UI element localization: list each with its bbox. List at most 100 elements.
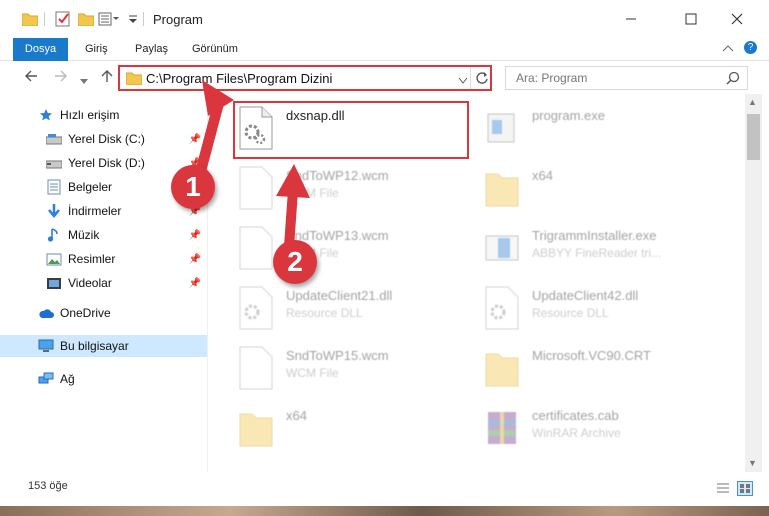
pin-icon[interactable]: 📌 xyxy=(189,230,201,241)
customize-toolbar-icon[interactable] xyxy=(128,10,138,28)
desktop-background xyxy=(0,506,769,516)
file-item-certificates-cab[interactable]: certificates.cab WinRAR Archive xyxy=(482,402,742,458)
file-item-sndtowp15[interactable]: SndToWP15.wcm WCM File xyxy=(236,342,496,398)
back-button[interactable] xyxy=(24,69,38,87)
file-type: Resource DLL xyxy=(532,306,609,320)
nav-item-network[interactable]: Ağ xyxy=(0,368,207,390)
large-icons-view-icon[interactable] xyxy=(737,481,753,496)
nav-item-downloads[interactable]: İndirmeler 📌 xyxy=(0,200,207,222)
close-button[interactable] xyxy=(714,0,760,38)
file-icon xyxy=(238,226,278,274)
file-item-sndtowp12[interactable]: SndToWP12.wcm WCM File xyxy=(236,162,496,218)
folder-icon xyxy=(238,406,278,454)
vertical-scrollbar[interactable]: ▲ ▼ xyxy=(745,94,762,472)
folder-icon xyxy=(484,166,524,214)
file-name: x64 xyxy=(532,168,553,183)
nav-item-local-disk-d[interactable]: Yerel Disk (D:) 📌 xyxy=(0,152,207,174)
exe-icon xyxy=(484,106,524,154)
nav-item-local-disk-c[interactable]: Yerel Disk (C:) 📌 xyxy=(0,128,207,150)
cloud-icon xyxy=(38,305,54,321)
nav-item-pictures[interactable]: Resimler 📌 xyxy=(0,248,207,270)
file-item-updateclient21[interactable]: UpdateClient21.dll Resource DLL xyxy=(236,282,496,338)
pin-icon[interactable]: 📌 xyxy=(189,254,201,265)
search-box[interactable]: Ara: Program xyxy=(505,66,748,90)
minimize-button[interactable] xyxy=(608,0,654,38)
file-item-program-exe[interactable]: program.exe xyxy=(482,102,742,158)
file-item-microsoft-vc90-crt[interactable]: Microsoft.VC90.CRT xyxy=(482,342,742,398)
chevron-down-icon xyxy=(80,79,88,84)
file-name: UpdateClient42.dll xyxy=(532,288,639,303)
scroll-up-icon[interactable]: ▲ xyxy=(748,97,757,107)
file-type: Resource DLL xyxy=(286,306,363,320)
computer-icon xyxy=(38,338,54,354)
file-type: WCM File xyxy=(286,366,339,380)
file-item-trigramminstaller[interactable]: TrigrammInstaller.exe ABBYY FineReader t… xyxy=(482,222,742,278)
file-name: program.exe xyxy=(532,108,605,123)
divider xyxy=(44,12,45,26)
address-bar[interactable]: C:\Program Files\Program Dizini xyxy=(118,65,492,91)
documents-icon xyxy=(46,179,62,195)
dll-icon xyxy=(484,286,524,334)
installer-icon xyxy=(484,226,524,274)
pin-icon[interactable]: 📌 xyxy=(189,134,201,145)
file-type: WCM File xyxy=(286,186,339,200)
nav-item-quick-access[interactable]: Hızlı erişim xyxy=(0,104,207,126)
nav-item-onedrive[interactable]: OneDrive xyxy=(0,302,207,324)
pin-icon[interactable]: 📌 xyxy=(189,278,201,289)
nav-item-this-pc[interactable]: Bu bilgisayar xyxy=(0,335,207,357)
help-icon[interactable]: ? xyxy=(744,41,757,54)
file-type: WinRAR Archive xyxy=(532,426,621,440)
expand-ribbon-icon[interactable] xyxy=(722,42,734,56)
nav-label: Resimler xyxy=(68,252,116,266)
recent-locations-button[interactable] xyxy=(80,72,88,89)
file-item-x64[interactable]: x64 xyxy=(482,162,742,218)
file-item-x64-2[interactable]: x64 xyxy=(236,402,496,458)
item-count: 153 öğe xyxy=(28,480,68,492)
folder-icon xyxy=(484,346,524,394)
window-title: Program xyxy=(153,12,203,27)
file-type: ABBYY FineReader tri... xyxy=(532,246,662,260)
folder-icon xyxy=(125,71,143,88)
nav-label: Müzik xyxy=(68,228,100,242)
properties-icon[interactable] xyxy=(55,10,71,28)
drive-icon xyxy=(46,155,62,171)
drive-icon xyxy=(46,131,62,147)
nav-label: Hızlı erişim xyxy=(60,108,120,122)
nav-item-music[interactable]: Müzik 📌 xyxy=(0,224,207,246)
new-folder-icon[interactable] xyxy=(78,10,94,28)
network-icon xyxy=(38,371,54,387)
nav-label: Bu bilgisayar xyxy=(60,339,129,353)
music-icon xyxy=(46,227,62,243)
file-icon xyxy=(238,346,278,394)
tab-home[interactable]: Giriş xyxy=(85,38,108,60)
nav-item-videos[interactable]: Videolar 📌 xyxy=(0,272,207,294)
refresh-icon[interactable] xyxy=(475,71,489,88)
navigation-pane: Hızlı erişim Yerel Disk (C:) 📌 Yerel Dis… xyxy=(0,94,207,472)
maximize-button[interactable] xyxy=(668,0,714,38)
back-arrow-icon xyxy=(25,70,37,82)
tab-share[interactable]: Paylaş xyxy=(135,38,168,60)
nav-label: Yerel Disk (C:) xyxy=(68,132,145,146)
details-view-icon[interactable] xyxy=(716,482,730,497)
address-path[interactable]: C:\Program Files\Program Dizini xyxy=(146,71,332,86)
scrollbar-thumb[interactable] xyxy=(747,114,760,160)
file-name: SndToWP12.wcm xyxy=(286,168,389,183)
nav-label: Belgeler xyxy=(68,180,113,194)
tab-view[interactable]: Görünüm xyxy=(192,38,238,60)
file-item-updateclient42[interactable]: UpdateClient42.dll Resource DLL xyxy=(482,282,742,338)
step-badge-1: 1 xyxy=(171,165,215,209)
search-placeholder[interactable]: Ara: Program xyxy=(516,71,587,85)
up-button[interactable] xyxy=(100,69,114,87)
divider xyxy=(143,12,144,26)
view-options-icon[interactable] xyxy=(98,10,120,28)
download-icon xyxy=(46,203,62,219)
videos-icon xyxy=(46,275,62,291)
address-row: C:\Program Files\Program Dizini Ara: Pro… xyxy=(0,61,769,94)
folder-icon xyxy=(22,10,38,28)
explorer-window: Program Dosya Giriş Paylaş Görünüm ? C:\… xyxy=(0,0,769,506)
address-dropdown-icon[interactable] xyxy=(458,74,468,88)
up-arrow-icon xyxy=(101,70,113,82)
file-name: TrigrammInstaller.exe xyxy=(532,228,657,243)
forward-button[interactable] xyxy=(54,69,68,87)
scroll-down-icon[interactable]: ▼ xyxy=(748,458,757,468)
